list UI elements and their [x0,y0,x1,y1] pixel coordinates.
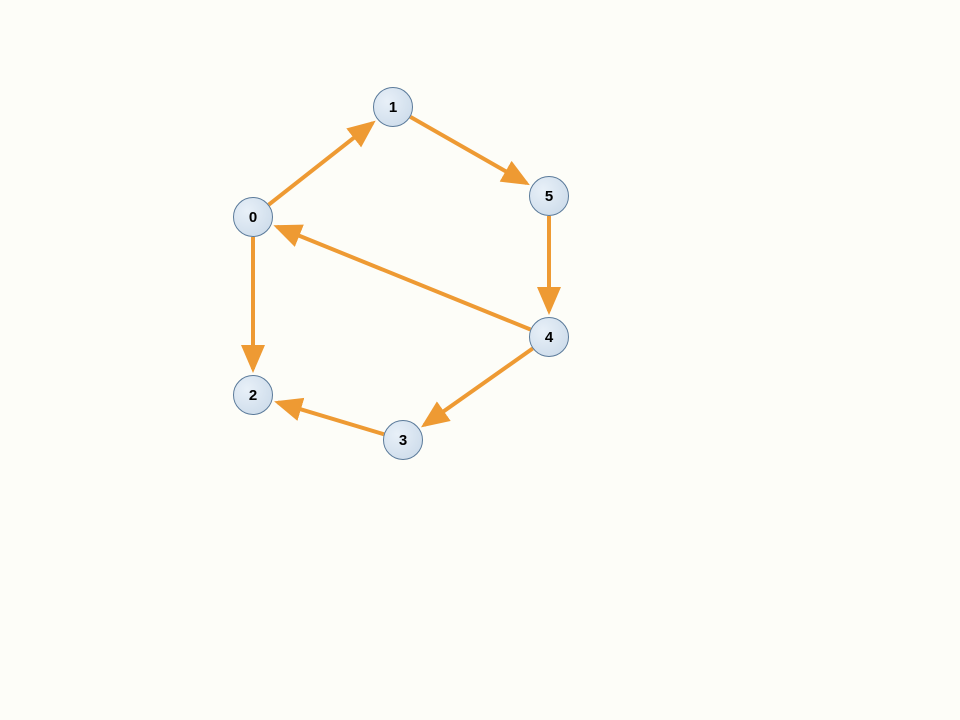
graph-node-3: 3 [383,420,423,460]
graph-node-1: 1 [373,87,413,127]
graph-node-4: 4 [529,317,569,357]
edge-0-1 [269,123,373,205]
edge-4-0 [277,227,530,330]
edge-4-3 [424,349,532,425]
graph-canvas [0,0,960,720]
graph-node-5: 5 [529,176,569,216]
edges-group [253,117,549,434]
edge-1-5 [410,117,526,183]
graph-node-2: 2 [233,375,273,415]
graph-node-0: 0 [233,197,273,237]
edge-3-2 [278,402,384,434]
